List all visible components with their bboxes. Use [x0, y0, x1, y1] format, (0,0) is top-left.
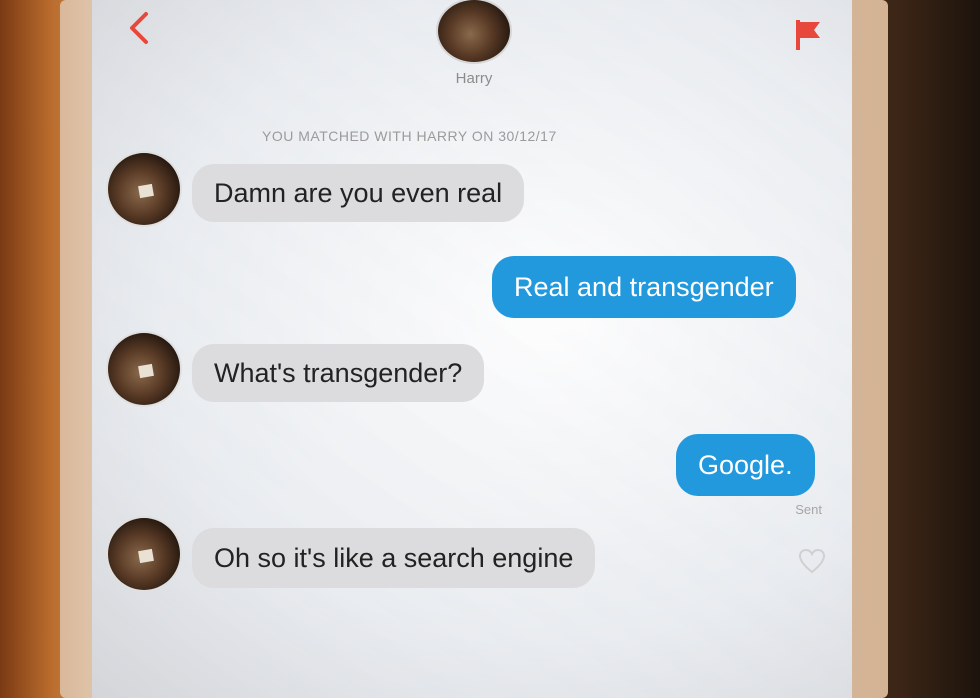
message-bubble-outgoing[interactable]: Google.: [676, 434, 815, 496]
sent-status: Sent: [795, 502, 822, 517]
contact-avatar[interactable]: [438, 0, 510, 62]
message-text: Oh so it's like a search engine: [214, 542, 574, 573]
message-text: What's transgender?: [214, 357, 463, 388]
chat-header: Harry: [92, 0, 852, 110]
message-bubble-incoming[interactable]: What's transgender?: [192, 344, 485, 402]
message-text: Real and transgender: [514, 271, 774, 302]
incoming-avatar[interactable]: [108, 333, 180, 405]
chat-screen: Harry YOU MATCHED WITH HARRY ON 30/12/17…: [92, 0, 852, 698]
heart-icon[interactable]: [798, 548, 826, 574]
message-bubble-incoming[interactable]: Damn are you even real: [192, 164, 525, 222]
back-chevron-icon[interactable]: [122, 10, 158, 46]
message-text: Google.: [698, 449, 793, 480]
message-bubble-outgoing[interactable]: Real and transgender: [492, 256, 796, 318]
incoming-avatar[interactable]: [108, 518, 180, 590]
incoming-avatar[interactable]: [108, 153, 180, 225]
message-text: Damn are you even real: [214, 177, 503, 208]
message-bubble-incoming[interactable]: Oh so it's like a search engine: [192, 528, 596, 588]
contact-name[interactable]: Harry: [422, 70, 526, 87]
match-banner: YOU MATCHED WITH HARRY ON 30/12/17: [262, 128, 557, 144]
flag-icon[interactable]: [792, 18, 824, 52]
